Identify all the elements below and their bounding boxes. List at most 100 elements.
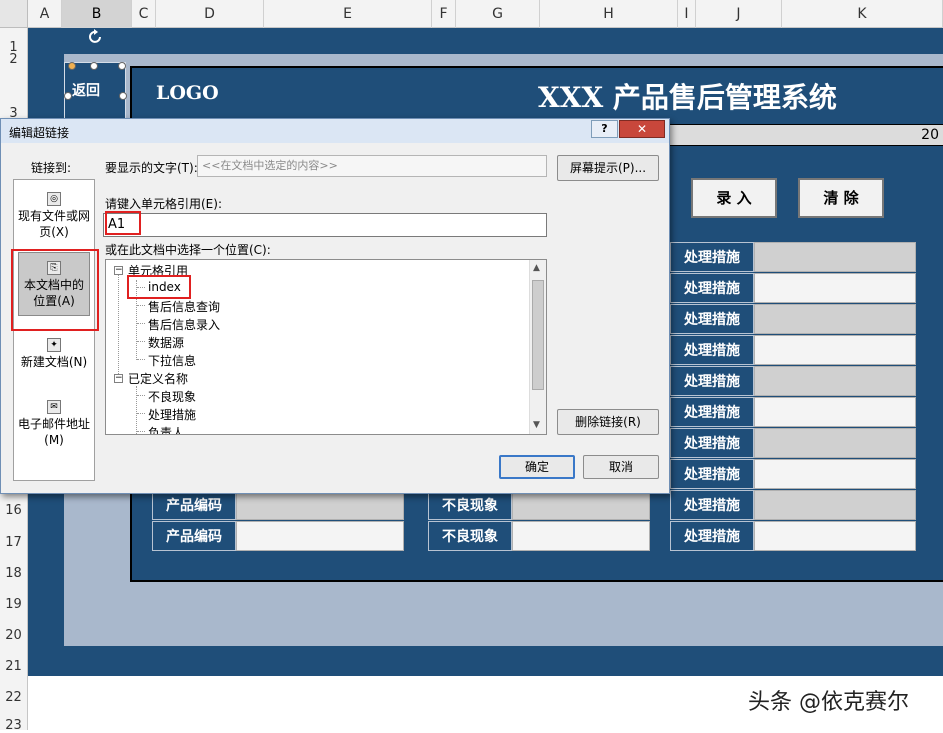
tree-item[interactable]: 处理措施: [148, 406, 196, 423]
column-header-a[interactable]: A: [28, 0, 62, 28]
product-code-value[interactable]: [236, 521, 404, 551]
resize-handle[interactable]: [64, 92, 72, 100]
column-header-g[interactable]: G: [456, 0, 540, 28]
column-header-c[interactable]: C: [132, 0, 156, 28]
scroll-down-icon[interactable]: ▼: [533, 420, 540, 430]
edit-hyperlink-dialog: 编辑超链接 ? ✕ 链接到: ◎ 现有文件或网页(X) ⎘ 本文档中的位置(A)…: [0, 118, 670, 494]
row-header-23[interactable]: 23: [0, 718, 27, 733]
link-to-label: 链接到:: [31, 161, 72, 175]
product-code-label: 产品编码: [152, 521, 236, 551]
help-button[interactable]: ?: [591, 120, 618, 138]
ok-button[interactable]: 确定: [499, 455, 575, 479]
link-existing-file-option[interactable]: ◎ 现有文件或网页(X): [16, 192, 92, 240]
link-option-label: 现有文件或网页(X): [17, 209, 90, 239]
select-all-corner[interactable]: [0, 0, 28, 28]
link-new-document-option[interactable]: ✦ 新建文档(N): [16, 338, 92, 370]
product-code-value[interactable]: [236, 490, 404, 520]
cell-reference-input[interactable]: A1: [103, 213, 547, 237]
column-header-b[interactable]: B: [62, 0, 132, 28]
clear-button[interactable]: 清 除: [798, 178, 884, 218]
row-header-2[interactable]: 2: [0, 52, 27, 67]
defect-value[interactable]: [512, 490, 650, 520]
measure-label: 处理措施: [670, 366, 754, 396]
enter-button[interactable]: 录 入: [691, 178, 777, 218]
measure-value[interactable]: [754, 397, 916, 427]
tree-item[interactable]: 负责人: [148, 424, 184, 434]
measure-label: 处理措施: [670, 397, 754, 427]
measure-label: 处理措施: [670, 521, 754, 551]
back-button-label[interactable]: 返回: [72, 80, 100, 100]
globe-file-icon: ◎: [47, 192, 61, 206]
highlight-box: [127, 275, 191, 299]
tree-group-defined-names[interactable]: 已定义名称: [128, 370, 188, 387]
cancel-button[interactable]: 取消: [583, 455, 659, 479]
system-title: XXX 产品售后管理系统: [538, 81, 837, 114]
column-header-h[interactable]: H: [540, 0, 678, 28]
measure-label: 处理措施: [670, 490, 754, 520]
column-header-d[interactable]: D: [156, 0, 264, 28]
scroll-thumb[interactable]: [532, 280, 544, 390]
rotate-handle-icon[interactable]: [86, 28, 106, 46]
row-header-19[interactable]: 19: [0, 597, 27, 612]
measure-label: 处理措施: [670, 273, 754, 303]
watermark-text: 头条 @依克赛尔: [748, 690, 909, 715]
row-header-17[interactable]: 17: [0, 535, 27, 550]
dialog-titlebar[interactable]: 编辑超链接 ? ✕: [1, 119, 669, 143]
row-header-20[interactable]: 20: [0, 628, 27, 643]
dialog-title: 编辑超链接: [9, 126, 70, 140]
column-header-k[interactable]: K: [782, 0, 943, 28]
column-header-e[interactable]: E: [264, 0, 432, 28]
link-option-label: 新建文档(N): [20, 355, 88, 369]
display-text-label: 要显示的文字(T):: [105, 161, 198, 175]
row-header-21[interactable]: 21: [0, 659, 27, 674]
screen-tip-button[interactable]: 屏幕提示(P)...: [557, 155, 659, 181]
tree-item[interactable]: 数据源: [148, 334, 184, 351]
column-header-j[interactable]: J: [696, 0, 782, 28]
measure-label: 处理措施: [670, 428, 754, 458]
cell-reference-label: 请键入单元格引用(E):: [105, 197, 222, 211]
measure-value[interactable]: [754, 366, 916, 396]
logo-text: LOGO: [156, 82, 219, 104]
measure-label: 处理措施: [670, 304, 754, 334]
new-document-icon: ✦: [47, 338, 61, 352]
measure-value[interactable]: [754, 335, 916, 365]
tree-item[interactable]: 售后信息录入: [148, 316, 220, 333]
collapse-toggle-icon[interactable]: −: [114, 266, 123, 275]
measure-label: 处理措施: [670, 335, 754, 365]
measure-value[interactable]: [754, 521, 916, 551]
remove-link-button[interactable]: 删除链接(R): [557, 409, 659, 435]
column-header-f[interactable]: F: [432, 0, 456, 28]
measure-value[interactable]: [754, 304, 916, 334]
link-email-option[interactable]: ✉ 电子邮件地址(M): [16, 400, 92, 448]
scroll-up-icon[interactable]: ▲: [533, 263, 540, 273]
collapse-toggle-icon[interactable]: −: [114, 374, 123, 383]
measure-value[interactable]: [754, 242, 916, 272]
product-code-label: 产品编码: [152, 490, 236, 520]
highlight-box: [105, 211, 141, 235]
resize-handle[interactable]: [90, 62, 98, 70]
envelope-icon: ✉: [47, 400, 61, 414]
measure-value[interactable]: [754, 428, 916, 458]
column-header-bar: A B C D E F G H I J K: [28, 0, 943, 28]
row-header-22[interactable]: 22: [0, 690, 27, 705]
tree-item[interactable]: 售后信息查询: [148, 298, 220, 315]
measure-label: 处理措施: [670, 242, 754, 272]
measure-value[interactable]: [754, 490, 916, 520]
column-header-i[interactable]: I: [678, 0, 696, 28]
row-header-18[interactable]: 18: [0, 566, 27, 581]
defect-label: 不良现象: [428, 521, 512, 551]
highlight-box: [11, 249, 99, 331]
close-button[interactable]: ✕: [619, 120, 665, 138]
date-text: 20: [921, 127, 939, 143]
row-header-16[interactable]: 16: [0, 503, 27, 518]
measure-value[interactable]: [754, 273, 916, 303]
measure-value[interactable]: [754, 459, 916, 489]
tree-scrollbar[interactable]: ▲ ▼: [529, 260, 546, 434]
tree-item[interactable]: 下拉信息: [148, 352, 196, 369]
resize-handle[interactable]: [68, 62, 76, 70]
resize-handle[interactable]: [119, 92, 127, 100]
resize-handle[interactable]: [118, 62, 126, 70]
display-text-input[interactable]: <<在文档中选定的内容>>: [197, 155, 547, 177]
tree-item[interactable]: 不良现象: [148, 388, 196, 405]
defect-value[interactable]: [512, 521, 650, 551]
